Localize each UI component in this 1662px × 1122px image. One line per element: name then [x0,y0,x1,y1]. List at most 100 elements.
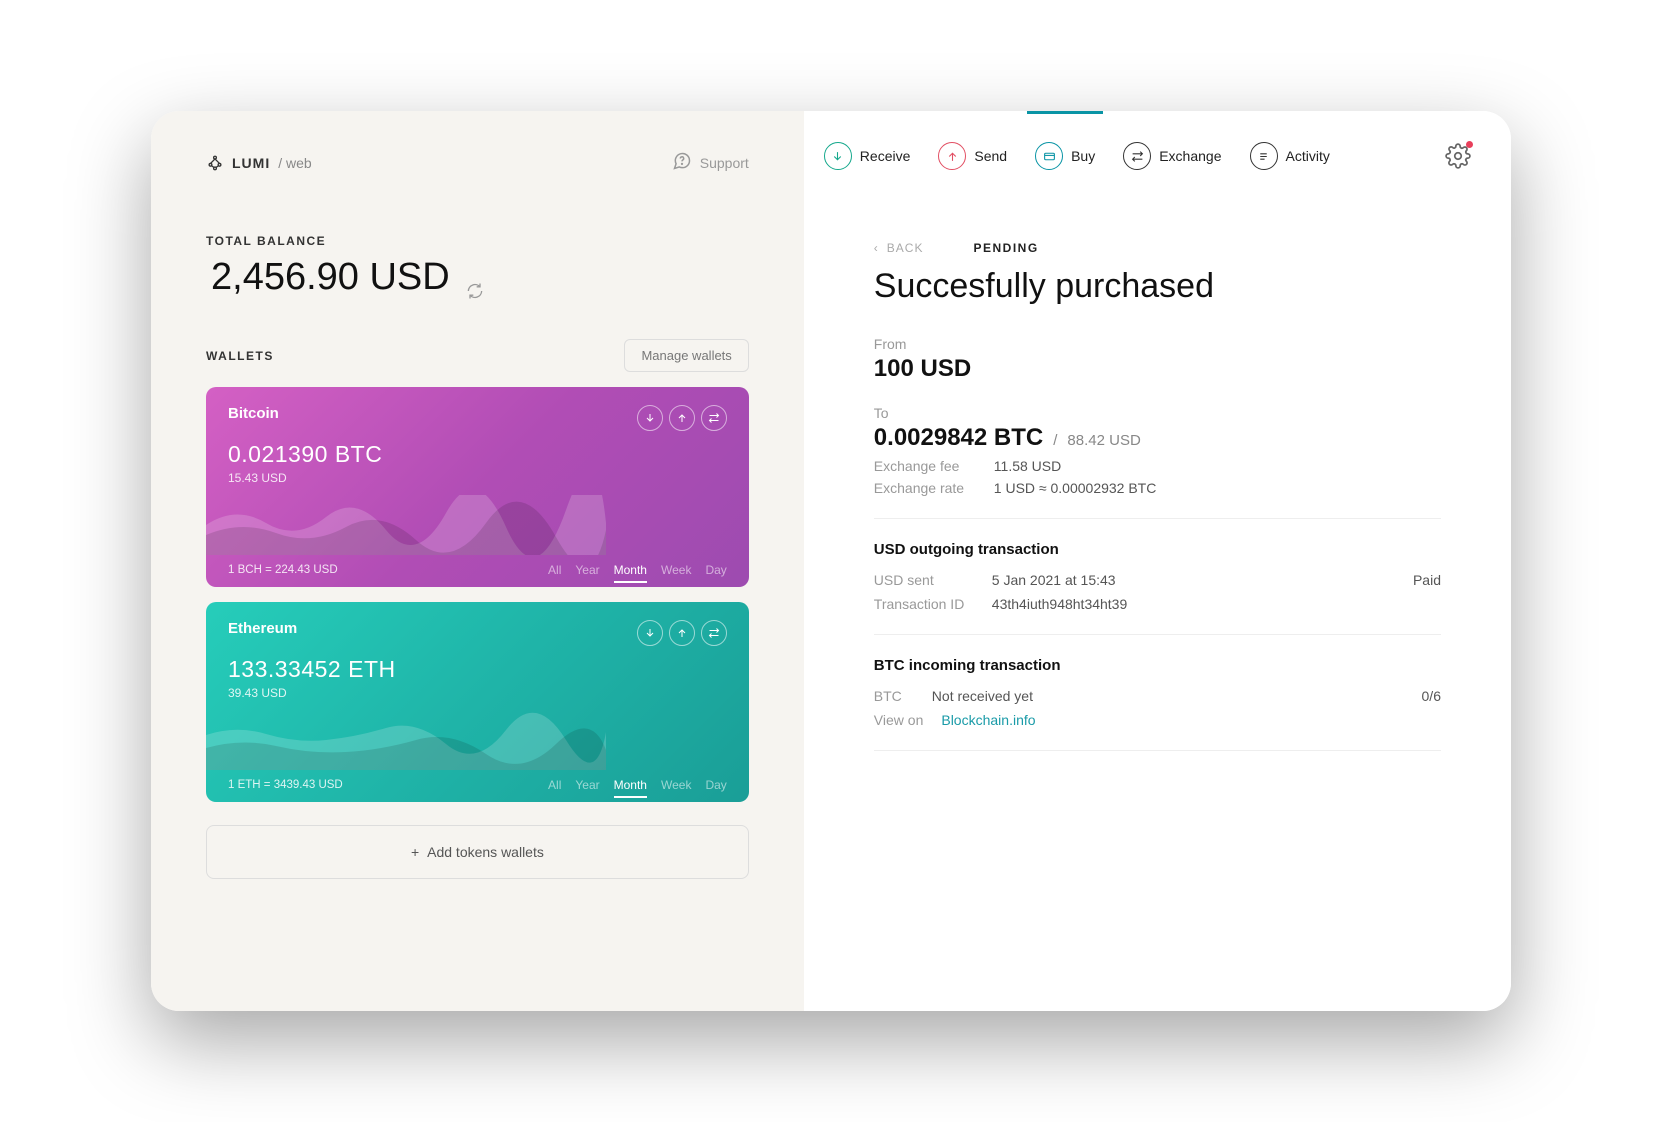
wallet-usd: 39.43 USD [228,686,727,700]
nav-label: Receive [860,148,911,164]
pending-label: PENDING [973,241,1038,255]
wallets-header: WALLETS Manage wallets [206,339,749,372]
wallet-amount: 0.021390 BTC [228,441,727,468]
brand-name: LUMI [232,155,270,171]
range-all[interactable]: All [548,778,561,792]
support-label: Support [700,155,749,171]
wallet-usd: 15.43 USD [228,471,727,485]
range-month[interactable]: Month [614,563,647,577]
txid-label: Transaction ID [874,596,974,612]
confirmations-count: 0/6 [1422,688,1441,704]
fee-label: Exchange fee [874,458,974,474]
app-shell: LUMI / web Support TOTAL BALANCE 2,456.9… [151,111,1511,1011]
range-year[interactable]: Year [575,778,599,792]
nav-send[interactable]: Send [938,136,1007,176]
view-label: View on [874,712,924,728]
view-on-link[interactable]: View on Blockchain.info [874,712,1036,728]
page-title: Succesfully purchased [874,267,1441,306]
nav-label: Send [974,148,1007,164]
nav-buy[interactable]: Buy [1035,136,1095,176]
from-amount: 100 USD [874,355,1441,383]
left-panel: LUMI / web Support TOTAL BALANCE 2,456.9… [151,111,804,1011]
btc-value: Not received yet [932,688,1033,704]
right-header: Receive Send Buy Exchange Activity [804,111,1511,191]
nav-receive[interactable]: Receive [824,136,911,176]
brand[interactable]: LUMI / web [206,154,312,172]
left-header: LUMI / web Support [206,151,749,174]
wallet-card-bitcoin[interactable]: Bitcoin 0.021390 BTC 15.43 USD 1 BCH = 2… [206,387,749,587]
card-icon [1035,142,1063,170]
range-day[interactable]: Day [705,778,726,792]
range-day[interactable]: Day [705,563,726,577]
nav-activity[interactable]: Activity [1250,136,1330,176]
total-balance: 2,456.90 USD [206,256,749,299]
wallet-chart [206,710,606,770]
send-icon[interactable] [669,620,695,646]
arrow-down-icon [824,142,852,170]
separator: / [1053,432,1057,449]
from-label: From [874,336,1441,352]
wallet-name: Ethereum [228,620,297,637]
receive-icon[interactable] [637,620,663,646]
rate-value: 1 USD ≈ 0.00002932 BTC [994,480,1157,496]
sent-value: 5 Jan 2021 at 15:43 [992,572,1116,588]
to-label: To [874,405,1441,421]
arrow-up-icon [938,142,966,170]
total-balance-label: TOTAL BALANCE [206,234,749,248]
section-title: USD outgoing transaction [874,541,1441,558]
send-icon[interactable] [669,405,695,431]
wallet-rate: 1 BCH = 224.43 USD [228,564,338,576]
list-icon [1250,142,1278,170]
add-wallet-button[interactable]: + Add tokens wallets [206,825,749,879]
exchange-icon[interactable] [701,405,727,431]
outgoing-section: USD outgoing transaction USD sent 5 Jan 2… [874,518,1441,612]
wallets-label: WALLETS [206,349,274,363]
nav-label: Activity [1286,148,1330,164]
settings-icon[interactable] [1445,143,1471,169]
range-week[interactable]: Week [661,563,691,577]
manage-wallets-button[interactable]: Manage wallets [624,339,748,372]
section-title: BTC incoming transaction [874,657,1441,674]
range-week[interactable]: Week [661,778,691,792]
nav-label: Buy [1071,148,1095,164]
wallet-name: Bitcoin [228,405,279,422]
blockchain-link: Blockchain.info [941,712,1035,728]
right-panel: Receive Send Buy Exchange Activity [804,111,1511,1011]
sent-label: USD sent [874,572,974,588]
fee-value: 11.58 USD [994,458,1061,474]
right-content: ‹ BACK PENDING Succesfully purchased Fro… [804,191,1511,1011]
to-amount: 0.0029842 BTC [874,424,1043,452]
plus-icon: + [411,844,419,860]
range-tabs: All Year Month Week Day [548,563,727,577]
support-icon [672,151,692,174]
status-badge: Paid [1413,572,1441,588]
nav-exchange[interactable]: Exchange [1123,136,1221,176]
incoming-section: BTC incoming transaction BTC Not received… [874,634,1441,751]
range-month[interactable]: Month [614,778,647,792]
range-year[interactable]: Year [575,563,599,577]
receive-icon[interactable] [637,405,663,431]
refresh-icon[interactable] [465,268,485,288]
divider [874,750,1441,751]
add-wallet-label: Add tokens wallets [427,844,544,860]
range-all[interactable]: All [548,563,561,577]
wallet-card-ethereum[interactable]: Ethereum 133.33452 ETH 39.43 USD 1 ETH =… [206,602,749,802]
back-button[interactable]: ‹ BACK [874,241,924,255]
range-tabs: All Year Month Week Day [548,778,727,792]
nav-label: Exchange [1159,148,1221,164]
rate-label: Exchange rate [874,480,974,496]
logo-icon [206,154,224,172]
wallet-amount: 133.33452 ETH [228,656,727,683]
to-usd: 88.42 USD [1067,432,1140,449]
total-amount-value: 2,456.90 USD [211,256,450,299]
swap-icon [1123,142,1151,170]
wallet-chart [206,495,606,555]
support-link[interactable]: Support [672,151,749,174]
brand-sub: / web [278,155,311,171]
btc-label: BTC [874,688,914,704]
wallet-rate: 1 ETH = 3439.43 USD [228,779,343,791]
txid-value: 43th4iuth948ht34ht39 [992,596,1127,612]
chevron-left-icon: ‹ [874,241,879,255]
exchange-icon[interactable] [701,620,727,646]
back-label: BACK [887,241,924,255]
